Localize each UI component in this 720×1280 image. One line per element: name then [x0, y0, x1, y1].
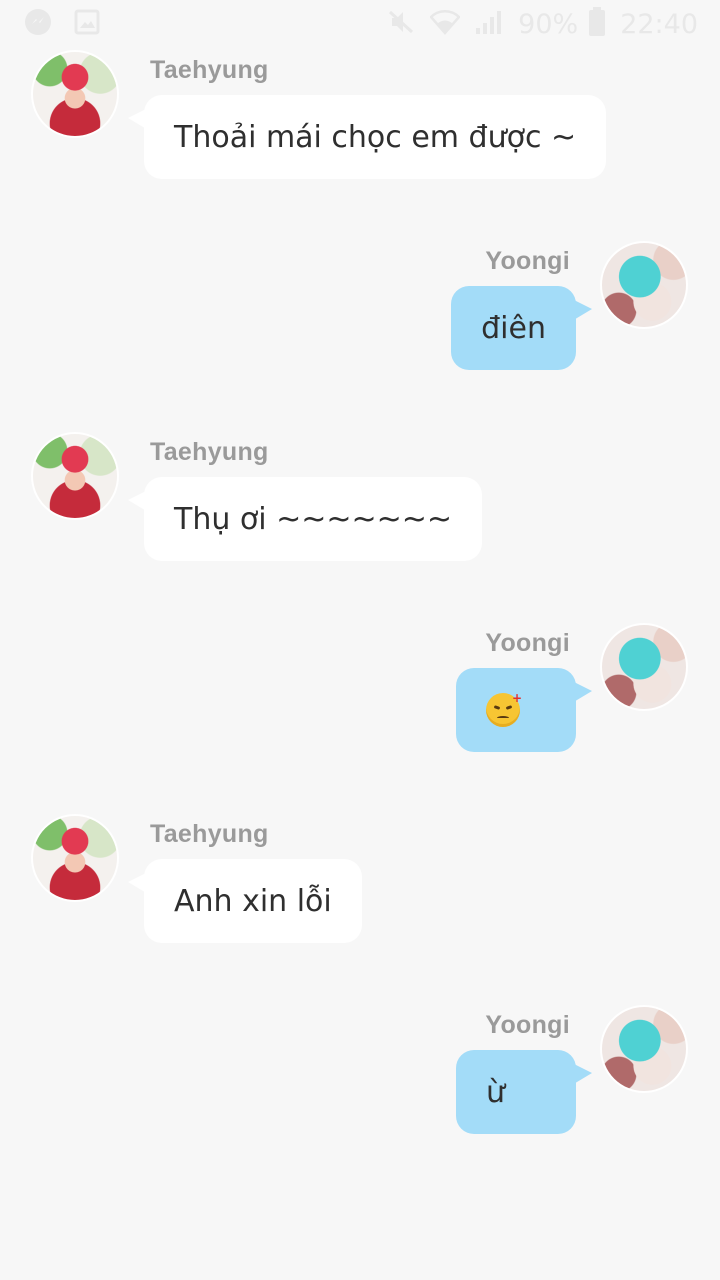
- message-row: Taehyung Anh xin lỗi: [0, 814, 720, 964]
- message-row: Yoongi ừ: [0, 1005, 720, 1155]
- message-row: Yoongi điên: [0, 241, 720, 391]
- signal-icon: [474, 8, 504, 40]
- message-row: Taehyung Thoải mái chọc em được ~: [0, 50, 720, 200]
- avatar-taehyung[interactable]: [31, 50, 119, 138]
- message-text: ừ: [486, 1074, 506, 1110]
- avatar-taehyung[interactable]: [31, 432, 119, 520]
- message-row: Yoongi +: [0, 623, 720, 773]
- clock: 22:40: [620, 8, 698, 40]
- sender-name: Yoongi: [485, 1011, 570, 1039]
- avatar-yoongi[interactable]: [600, 1005, 688, 1093]
- avatar-taehyung[interactable]: [31, 814, 119, 902]
- battery-icon: [588, 7, 606, 41]
- mute-icon: [386, 8, 416, 40]
- message-bubble[interactable]: ừ: [456, 1050, 576, 1134]
- angry-face-icon: +: [486, 691, 522, 727]
- sender-name: Taehyung: [150, 56, 269, 84]
- message-bubble[interactable]: điên: [451, 286, 576, 370]
- message-bubble[interactable]: Thoải mái chọc em được ~: [144, 95, 607, 179]
- message-text: Anh xin lỗi: [174, 883, 332, 919]
- sender-name: Yoongi: [485, 629, 570, 657]
- sender-name: Taehyung: [150, 438, 269, 466]
- image-notification-icon: [74, 9, 100, 39]
- avatar-yoongi[interactable]: [600, 623, 688, 711]
- message-text: Thoải mái chọc em được ~: [174, 119, 577, 155]
- message-bubble[interactable]: Thụ ơi ~~~~~~~: [144, 477, 483, 561]
- battery-percent: 90%: [518, 8, 579, 40]
- avatar-yoongi[interactable]: [600, 241, 688, 329]
- message-text: điên: [481, 310, 546, 346]
- message-bubble[interactable]: Anh xin lỗi: [144, 859, 362, 943]
- message-bubble[interactable]: +: [456, 668, 576, 752]
- sender-name: Taehyung: [150, 820, 269, 848]
- chat-screen: 90% 22:40 Taehyung Thoải mái chọc em đượ…: [0, 0, 720, 1280]
- message-row: Taehyung Thụ ơi ~~~~~~~: [0, 432, 720, 582]
- sender-name: Yoongi: [485, 247, 570, 275]
- status-bar: 90% 22:40: [0, 0, 720, 48]
- wifi-icon: [429, 9, 461, 39]
- messenger-notification-icon: [24, 8, 52, 40]
- message-text: Thụ ơi ~~~~~~~: [174, 501, 453, 537]
